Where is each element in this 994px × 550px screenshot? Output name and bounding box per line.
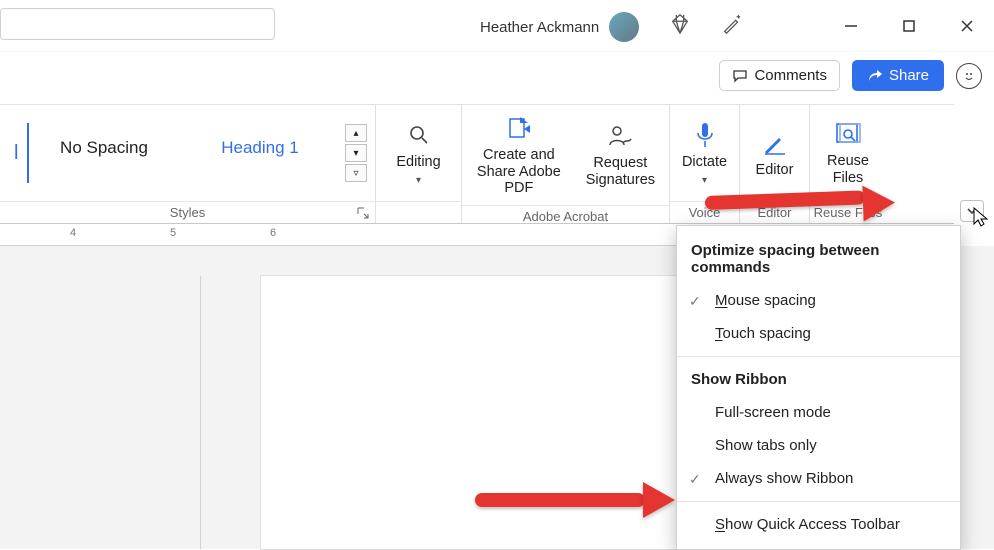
check-icon: ✓: [689, 471, 701, 488]
style-gallery-scroll: ▴ ▾ ▿: [345, 118, 367, 188]
style-gallery: No Spacing Heading 1 ▴ ▾ ▿: [29, 118, 367, 188]
ribbon-options-menu: Optimize spacing between commands ✓ Mous…: [676, 225, 961, 550]
request-signatures-button[interactable]: Request Signatures: [580, 117, 661, 192]
menu-full-screen[interactable]: Full-screen mode: [677, 396, 960, 429]
comment-icon: [732, 68, 748, 84]
editor-button[interactable]: Editor: [750, 124, 800, 183]
minimize-button[interactable]: [834, 12, 868, 40]
title-bar: Heather Ackmann: [0, 0, 994, 52]
user-avatar[interactable]: [609, 12, 639, 42]
search-icon: [408, 120, 430, 150]
voice-group-label: Voice: [670, 201, 739, 223]
user-name: Heather Ackmann: [480, 19, 599, 36]
feedback-smiley-icon[interactable]: [956, 63, 982, 89]
ribbon-display-options-button[interactable]: [960, 200, 984, 222]
menu-always-show-ribbon[interactable]: ✓ Always show Ribbon: [677, 462, 960, 495]
reuse-group: Reuse Files Reuse Files: [810, 105, 886, 223]
comments-label: Comments: [754, 67, 827, 84]
microphone-icon: [693, 120, 717, 150]
pdf-share-icon: [506, 113, 532, 143]
menu-show-tabs-only[interactable]: Show tabs only: [677, 429, 960, 462]
editor-group-label: Editor: [740, 201, 809, 223]
style-gallery-up[interactable]: ▴: [345, 124, 367, 142]
share-icon: [867, 68, 883, 84]
ribbon: l No Spacing Heading 1 ▴ ▾ ▿ Styles: [0, 104, 954, 224]
editing-group: Editing ▾: [376, 105, 462, 223]
window-controls: [834, 12, 984, 40]
voice-group: Dictate ▾ Voice: [670, 105, 740, 223]
maximize-button[interactable]: [892, 12, 926, 40]
menu-touch-spacing[interactable]: Touch spacing: [677, 317, 960, 350]
editing-button[interactable]: Editing ▾: [390, 116, 446, 190]
menu-section-show-ribbon: Show Ribbon: [677, 363, 960, 396]
styles-group: l No Spacing Heading 1 ▴ ▾ ▿ Styles: [0, 105, 376, 223]
signature-icon: [607, 121, 633, 151]
create-share-pdf-button[interactable]: Create and Share Adobe PDF: [470, 109, 568, 201]
style-gallery-down[interactable]: ▾: [345, 144, 367, 162]
reuse-group-label: Reuse Files: [810, 201, 886, 223]
style-gallery-more[interactable]: ▿: [345, 164, 367, 182]
style-no-spacing[interactable]: No Spacing: [29, 118, 179, 178]
style-heading1[interactable]: Heading 1: [185, 118, 335, 178]
menu-mouse-spacing[interactable]: ✓ Mouse spacing: [677, 284, 960, 317]
document-title-input[interactable]: [0, 8, 275, 40]
menu-show-qat[interactable]: Show Quick Access Toolbar: [677, 508, 960, 541]
style-tile-normal-edge[interactable]: l: [8, 123, 29, 183]
chevron-down-icon: ▾: [416, 175, 421, 186]
editor-group: Editor Editor: [740, 105, 810, 223]
action-row: Comments Share: [0, 54, 994, 98]
diamond-icon[interactable]: [668, 12, 692, 36]
pen-sparkle-icon[interactable]: [720, 12, 744, 36]
dictate-button[interactable]: Dictate ▾: [676, 116, 733, 190]
styles-group-label: Styles: [0, 201, 375, 223]
comments-button[interactable]: Comments: [719, 60, 840, 91]
styles-dialog-launcher-icon[interactable]: [355, 205, 371, 221]
acrobat-group: Create and Share Adobe PDF Request Signa…: [462, 105, 670, 223]
reuse-files-icon: [834, 119, 862, 149]
title-icons: [668, 12, 744, 36]
editor-pen-icon: [761, 128, 787, 158]
menu-section-spacing: Optimize spacing between commands: [677, 234, 960, 284]
reuse-files-button[interactable]: Reuse Files: [818, 115, 878, 190]
share-label: Share: [889, 67, 929, 84]
share-button[interactable]: Share: [852, 60, 944, 91]
user-area: Heather Ackmann: [480, 12, 639, 42]
close-button[interactable]: [950, 12, 984, 40]
chevron-down-icon: ▾: [702, 175, 707, 186]
check-icon: ✓: [689, 293, 701, 310]
